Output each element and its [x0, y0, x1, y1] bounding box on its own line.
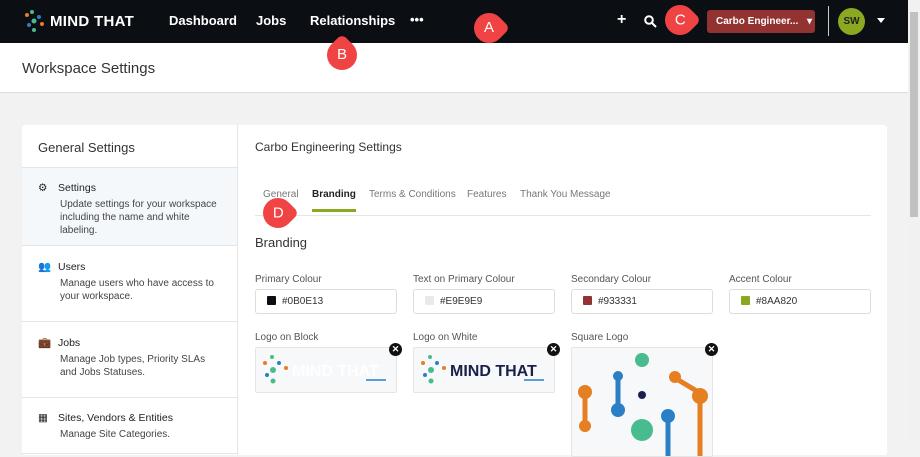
nav-relationships[interactable]: Relationships: [310, 13, 395, 28]
sidebar-item-users[interactable]: 👥 Users Manage users who have access to yo…: [22, 246, 237, 322]
tab-thank-you[interactable]: Thank You Message: [520, 189, 611, 200]
logo-white-label: Logo on White: [413, 332, 478, 343]
colour-value: #933331: [598, 296, 637, 307]
colour-swatch: [741, 296, 750, 305]
scrollbar-thumb[interactable]: [910, 12, 918, 217]
sidebar-item-desc: Manage Site Categories.: [60, 429, 171, 440]
chevron-down-icon: ▾: [807, 16, 813, 27]
text-colour-label: Text on Primary Colour: [413, 274, 515, 285]
divider: [828, 6, 829, 36]
chevron-down-icon[interactable]: [877, 18, 885, 23]
sidebar-item-label: Settings: [58, 182, 96, 194]
sidebar-item-label: Sites, Vendors & Entities: [58, 412, 173, 424]
workspace-switcher[interactable]: Carbo Engineer... ▾: [707, 10, 815, 33]
secondary-colour-label: Secondary Colour: [571, 274, 652, 285]
page-title: Workspace Settings: [22, 60, 156, 77]
sidebar-item-sites[interactable]: ▦ Sites, Vendors & Entities Manage Site Ca…: [22, 398, 237, 454]
sidebar-item-jobs[interactable]: 💼 Jobs Manage Job types, Priority SLAs and…: [22, 322, 237, 398]
brand-name: MIND THAT: [50, 12, 135, 30]
square-logo-label: Square Logo: [571, 332, 629, 343]
nav-dashboard[interactable]: Dashboard: [169, 13, 237, 28]
primary-colour-field[interactable]: #0B0E13: [255, 289, 397, 314]
nav-jobs[interactable]: Jobs: [256, 13, 286, 28]
colour-swatch: [425, 296, 434, 305]
sidebar: General Settings ⚙ Settings Update setting…: [22, 125, 238, 455]
sidebar-item-label: Users: [58, 261, 86, 273]
logo-block-label: Logo on Block: [255, 332, 319, 343]
top-nav: MIND THAT Dashboard Jobs Relationships •…: [0, 0, 908, 43]
svg-text:MIND THAT: MIND THAT: [292, 363, 379, 380]
colour-value: #E9E9E9: [440, 296, 483, 307]
search-icon[interactable]: [644, 15, 657, 28]
accent-colour-label: Accent Colour: [729, 274, 792, 285]
remove-logo-icon[interactable]: ✕: [389, 343, 402, 356]
sidebar-item-desc: Update settings for your workspace inclu…: [60, 199, 217, 236]
text-colour-field[interactable]: #E9E9E9: [413, 289, 555, 314]
square-logo-preview[interactable]: [571, 347, 713, 457]
workspace-name: Carbo Engineer...: [716, 16, 799, 27]
colour-swatch: [583, 296, 592, 305]
plus-icon[interactable]: +: [617, 11, 626, 29]
accent-colour-field[interactable]: #8AA820: [729, 289, 871, 314]
logo-on-white-preview[interactable]: MIND THAT: [413, 347, 555, 393]
primary-colour-label: Primary Colour: [255, 274, 322, 285]
briefcase-icon: 💼: [38, 337, 52, 349]
svg-text:MIND THAT: MIND THAT: [450, 363, 537, 380]
tab-bar: General Branding Terms & Conditions Feat…: [255, 189, 871, 216]
gear-icon: ⚙: [38, 182, 48, 194]
page-header: Workspace Settings: [0, 43, 908, 93]
avatar[interactable]: SW: [838, 8, 865, 35]
colour-value: #8AA820: [756, 296, 798, 307]
building-icon: ▦: [38, 412, 48, 424]
settings-title: Carbo Engineering Settings: [255, 140, 402, 154]
colour-swatch: [267, 296, 276, 305]
tab-branding[interactable]: Branding: [312, 189, 356, 212]
section-title: Branding: [255, 235, 308, 250]
secondary-colour-field[interactable]: #933331: [571, 289, 713, 314]
brand-logo[interactable]: MIND THAT: [22, 9, 134, 33]
sidebar-item-settings[interactable]: ⚙ Settings Update settings for your worksp…: [22, 168, 237, 246]
scrollbar[interactable]: [908, 0, 920, 442]
colour-value: #0B0E13: [282, 296, 324, 307]
logo-icon: [25, 10, 44, 32]
users-icon: 👥: [38, 261, 52, 273]
logo-on-block-preview[interactable]: MIND THAT: [255, 347, 397, 393]
tab-features[interactable]: Features: [467, 189, 506, 200]
sidebar-item-desc: Manage users who have access to your wor…: [60, 278, 214, 302]
sidebar-item-desc: Manage Job types, Priority SLAs and Jobs…: [60, 354, 206, 378]
sidebar-title: General Settings: [22, 125, 237, 168]
remove-logo-icon[interactable]: ✕: [547, 343, 560, 356]
tab-terms[interactable]: Terms & Conditions: [369, 189, 456, 200]
settings-card: General Settings ⚙ Settings Update setting…: [22, 125, 887, 457]
remove-logo-icon[interactable]: ✕: [705, 343, 718, 356]
nav-more-button[interactable]: •••: [410, 12, 424, 27]
sidebar-item-label: Jobs: [58, 337, 81, 349]
